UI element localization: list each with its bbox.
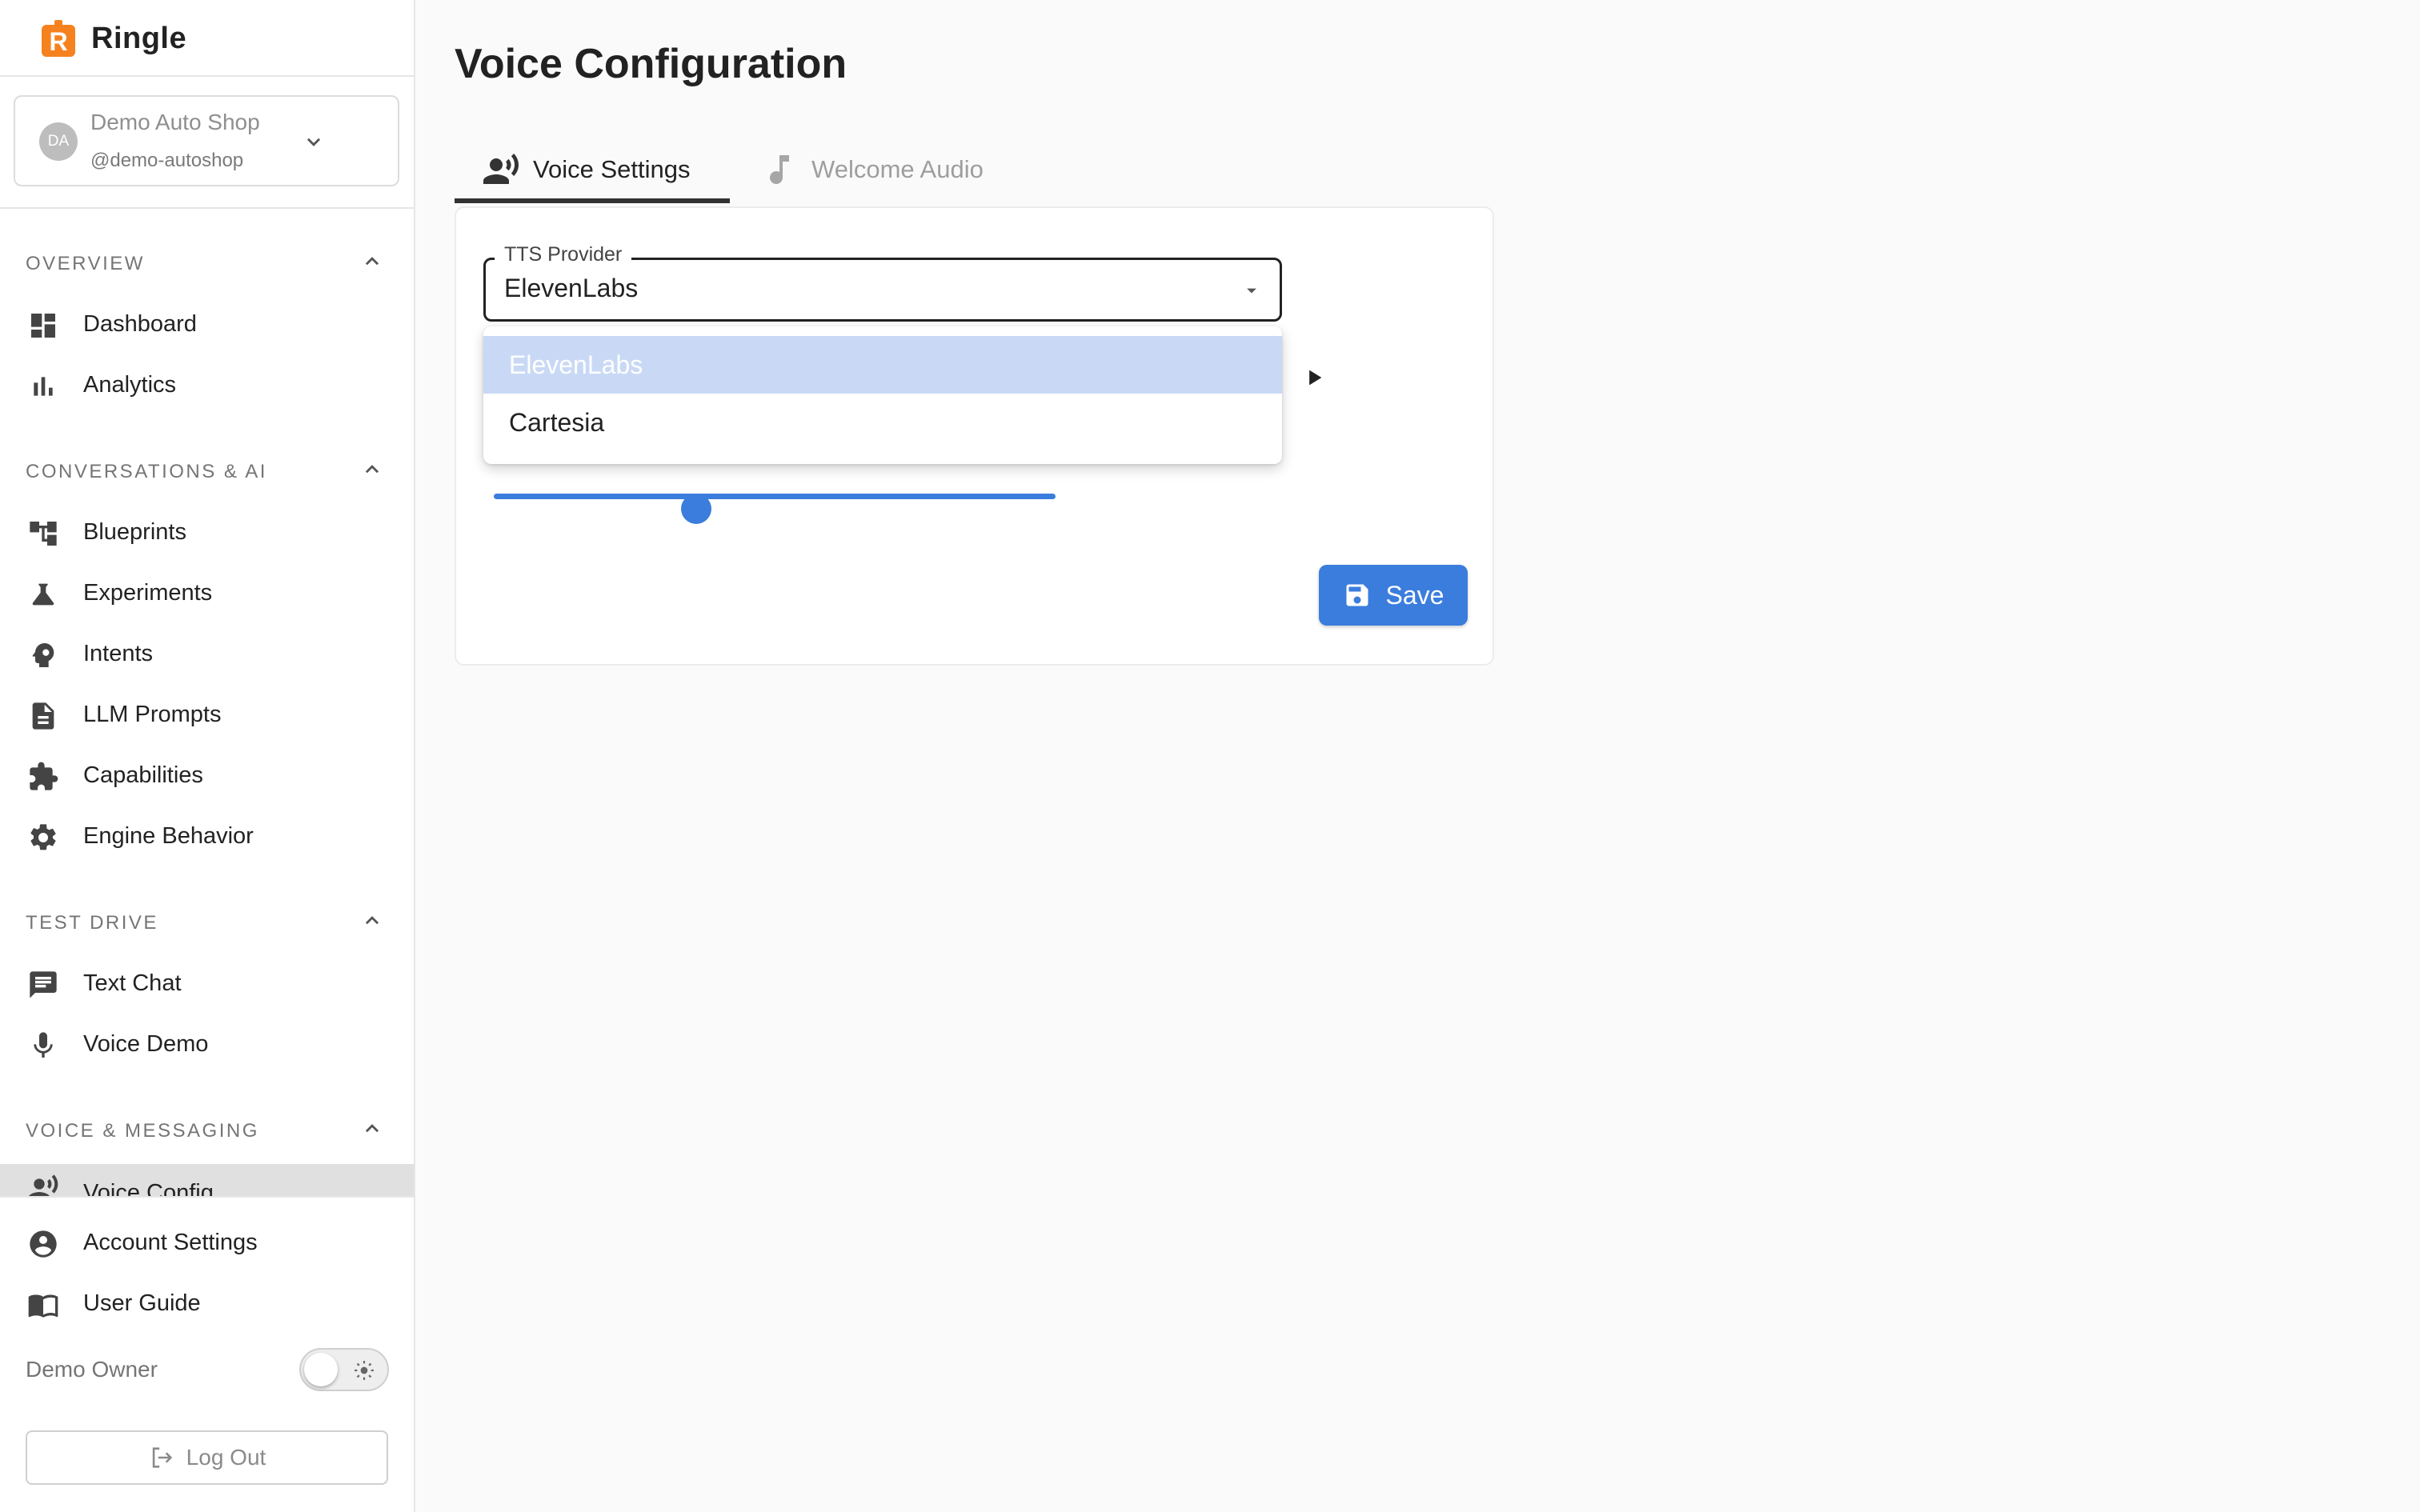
owner-name: Demo Owner	[26, 1357, 158, 1382]
app-name: Ringle	[91, 21, 187, 55]
voice-icon	[483, 154, 519, 184]
tts-provider-value: ElevenLabs	[504, 274, 639, 302]
sidebar-item-voice-config[interactable]: Voice Config	[0, 1164, 414, 1196]
slider-track[interactable]	[494, 494, 1056, 499]
page-title: Voice Configuration	[455, 41, 847, 87]
gear-icon	[30, 824, 56, 850]
slider-thumb[interactable]	[680, 494, 711, 524]
account-handle: @demo-autoshop	[90, 150, 244, 171]
section-title-conversations: CONVERSATIONS & AI	[26, 461, 267, 482]
sidebar-item-label: Analytics	[83, 371, 177, 398]
sidebar-item-intents[interactable]: Intents	[0, 627, 414, 680]
sidebar-item-experiments[interactable]: Experiments	[0, 566, 414, 619]
sidebar-item-voice-demo[interactable]: Voice Demo	[0, 1018, 414, 1070]
logout-button[interactable]: Log Out	[26, 1430, 388, 1485]
sidebar-item-label: User Guide	[83, 1290, 201, 1316]
sidebar-item-capabilities[interactable]: Capabilities	[0, 749, 414, 802]
music-note-icon	[770, 155, 789, 185]
theme-toggle[interactable]	[299, 1348, 389, 1391]
sidebar-item-account-settings[interactable]: Account Settings	[0, 1216, 414, 1269]
sidebar-item-blueprints[interactable]: Blueprints	[0, 506, 414, 558]
divider	[0, 75, 414, 77]
voice-icon	[29, 1174, 58, 1196]
flask-icon	[32, 583, 54, 606]
sidebar-item-label: Account Settings	[83, 1229, 258, 1255]
sidebar-item-label: Capabilities	[83, 762, 203, 788]
sidebar-item-analytics[interactable]: Analytics	[0, 358, 414, 411]
save-label: Save	[1385, 580, 1444, 610]
sidebar-item-engine-behavior[interactable]: Engine Behavior	[0, 810, 414, 862]
chevron-down-icon	[307, 138, 321, 146]
active-tab-indicator	[455, 198, 730, 203]
sidebar-item-dashboard[interactable]: Dashboard	[0, 298, 414, 350]
sidebar-item-label: Intents	[83, 640, 154, 666]
avatar: DA	[39, 122, 78, 161]
dashboard-icon	[31, 314, 55, 338]
divider	[0, 1196, 414, 1198]
sidebar-item-label: Text Chat	[83, 970, 182, 996]
chevron-up-icon[interactable]	[359, 455, 386, 482]
account-circle-icon	[30, 1230, 57, 1258]
puzzle-icon	[30, 762, 58, 790]
section-title-voice-messaging: VOICE & MESSAGING	[26, 1120, 259, 1142]
divider	[0, 207, 414, 209]
sidebar-item-label: Dashboard	[83, 310, 197, 337]
chat-icon	[30, 971, 57, 998]
option-cartesia[interactable]: Cartesia	[483, 394, 1282, 451]
chevron-up-icon[interactable]	[359, 906, 386, 934]
tts-provider-label: TTS Provider	[495, 243, 632, 266]
chevron-up-icon[interactable]	[359, 247, 386, 274]
logout-icon	[152, 1447, 172, 1468]
caret-down-icon[interactable]	[1240, 279, 1263, 302]
tab-label: Voice Settings	[533, 155, 691, 183]
option-label: ElevenLabs	[509, 350, 643, 379]
blueprint-icon	[30, 522, 57, 546]
ringle-logo-icon: R	[38, 18, 78, 58]
logout-label: Log Out	[186, 1445, 266, 1470]
app-logo[interactable]: R Ringle	[38, 18, 186, 59]
sidebar-item-user-guide[interactable]: User Guide	[0, 1277, 414, 1330]
tts-provider-dropdown: ElevenLabs Cartesia	[483, 326, 1282, 464]
chevron-up-icon[interactable]	[359, 1114, 386, 1142]
sidebar-item-label: LLM Prompts	[83, 701, 222, 727]
bar-chart-icon	[34, 377, 53, 396]
toggle-knob	[304, 1353, 338, 1386]
option-label: Cartesia	[509, 407, 605, 437]
microphone-icon	[34, 1032, 53, 1058]
sidebar-item-label: Engine Behavior	[83, 822, 254, 849]
document-icon	[32, 702, 54, 730]
sidebar-item-label: Voice Demo	[83, 1030, 209, 1057]
sun-icon	[355, 1361, 374, 1380]
account-name: Demo Auto Shop	[90, 110, 260, 134]
brain-icon	[32, 643, 54, 667]
section-title-overview: OVERVIEW	[26, 253, 145, 274]
tab-voice-settings[interactable]: Voice Settings	[455, 136, 730, 203]
book-icon	[28, 1294, 58, 1318]
svg-text:R: R	[49, 27, 67, 56]
sidebar-item-text-chat[interactable]: Text Chat	[0, 957, 414, 1010]
save-icon	[1346, 584, 1368, 606]
option-elevenlabs[interactable]: ElevenLabs	[483, 336, 1282, 394]
save-button[interactable]: Save	[1319, 565, 1468, 626]
tab-welcome-audio[interactable]: Welcome Audio	[760, 136, 984, 203]
sidebar-item-llm-prompts[interactable]: LLM Prompts	[0, 688, 414, 741]
sidebar: R Ringle DA Demo Auto Shop @demo-autosho…	[0, 0, 415, 1512]
section-title-test-drive: TEST DRIVE	[26, 912, 158, 934]
tab-label: Welcome Audio	[811, 155, 984, 183]
sidebar-item-label: Experiments	[83, 579, 213, 606]
sidebar-item-label: Blueprints	[83, 518, 186, 545]
sidebar-item-label: Voice Config	[83, 1180, 214, 1196]
account-switcher[interactable]: DA Demo Auto Shop @demo-autoshop	[14, 95, 399, 186]
play-icon[interactable]	[1303, 366, 1325, 389]
